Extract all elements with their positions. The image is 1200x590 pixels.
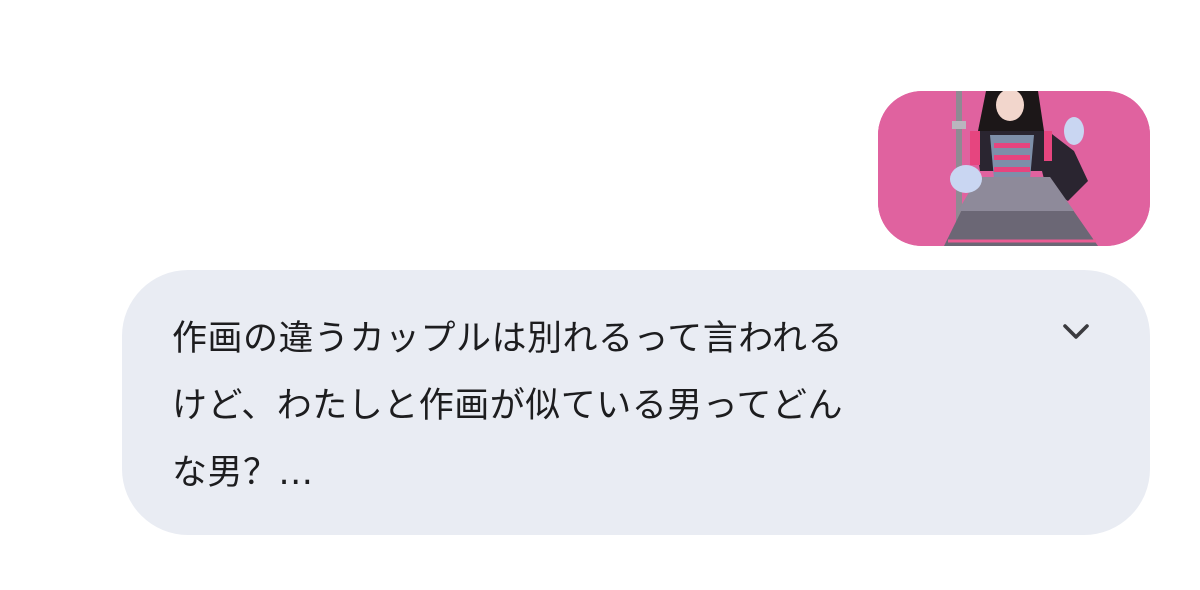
assistant-message-text: 作画の違うカップルは別れるって言われる けど、わたしと作画が似ている男ってどん … [172,319,844,493]
assistant-message-bubble[interactable]: 作画の違うカップルは別れるって言われる けど、わたしと作画が似ている男ってどん … [122,270,1150,535]
expand-message-button[interactable] [1056,312,1096,352]
chat-screen: 作画の違うカップルは別れるって言われる けど、わたしと作画が似ている男ってどん … [0,0,1200,590]
chevron-down-icon [1063,324,1089,339]
image-attachment-bubble[interactable] [878,91,1150,246]
photo-thumbnail [878,91,1150,246]
